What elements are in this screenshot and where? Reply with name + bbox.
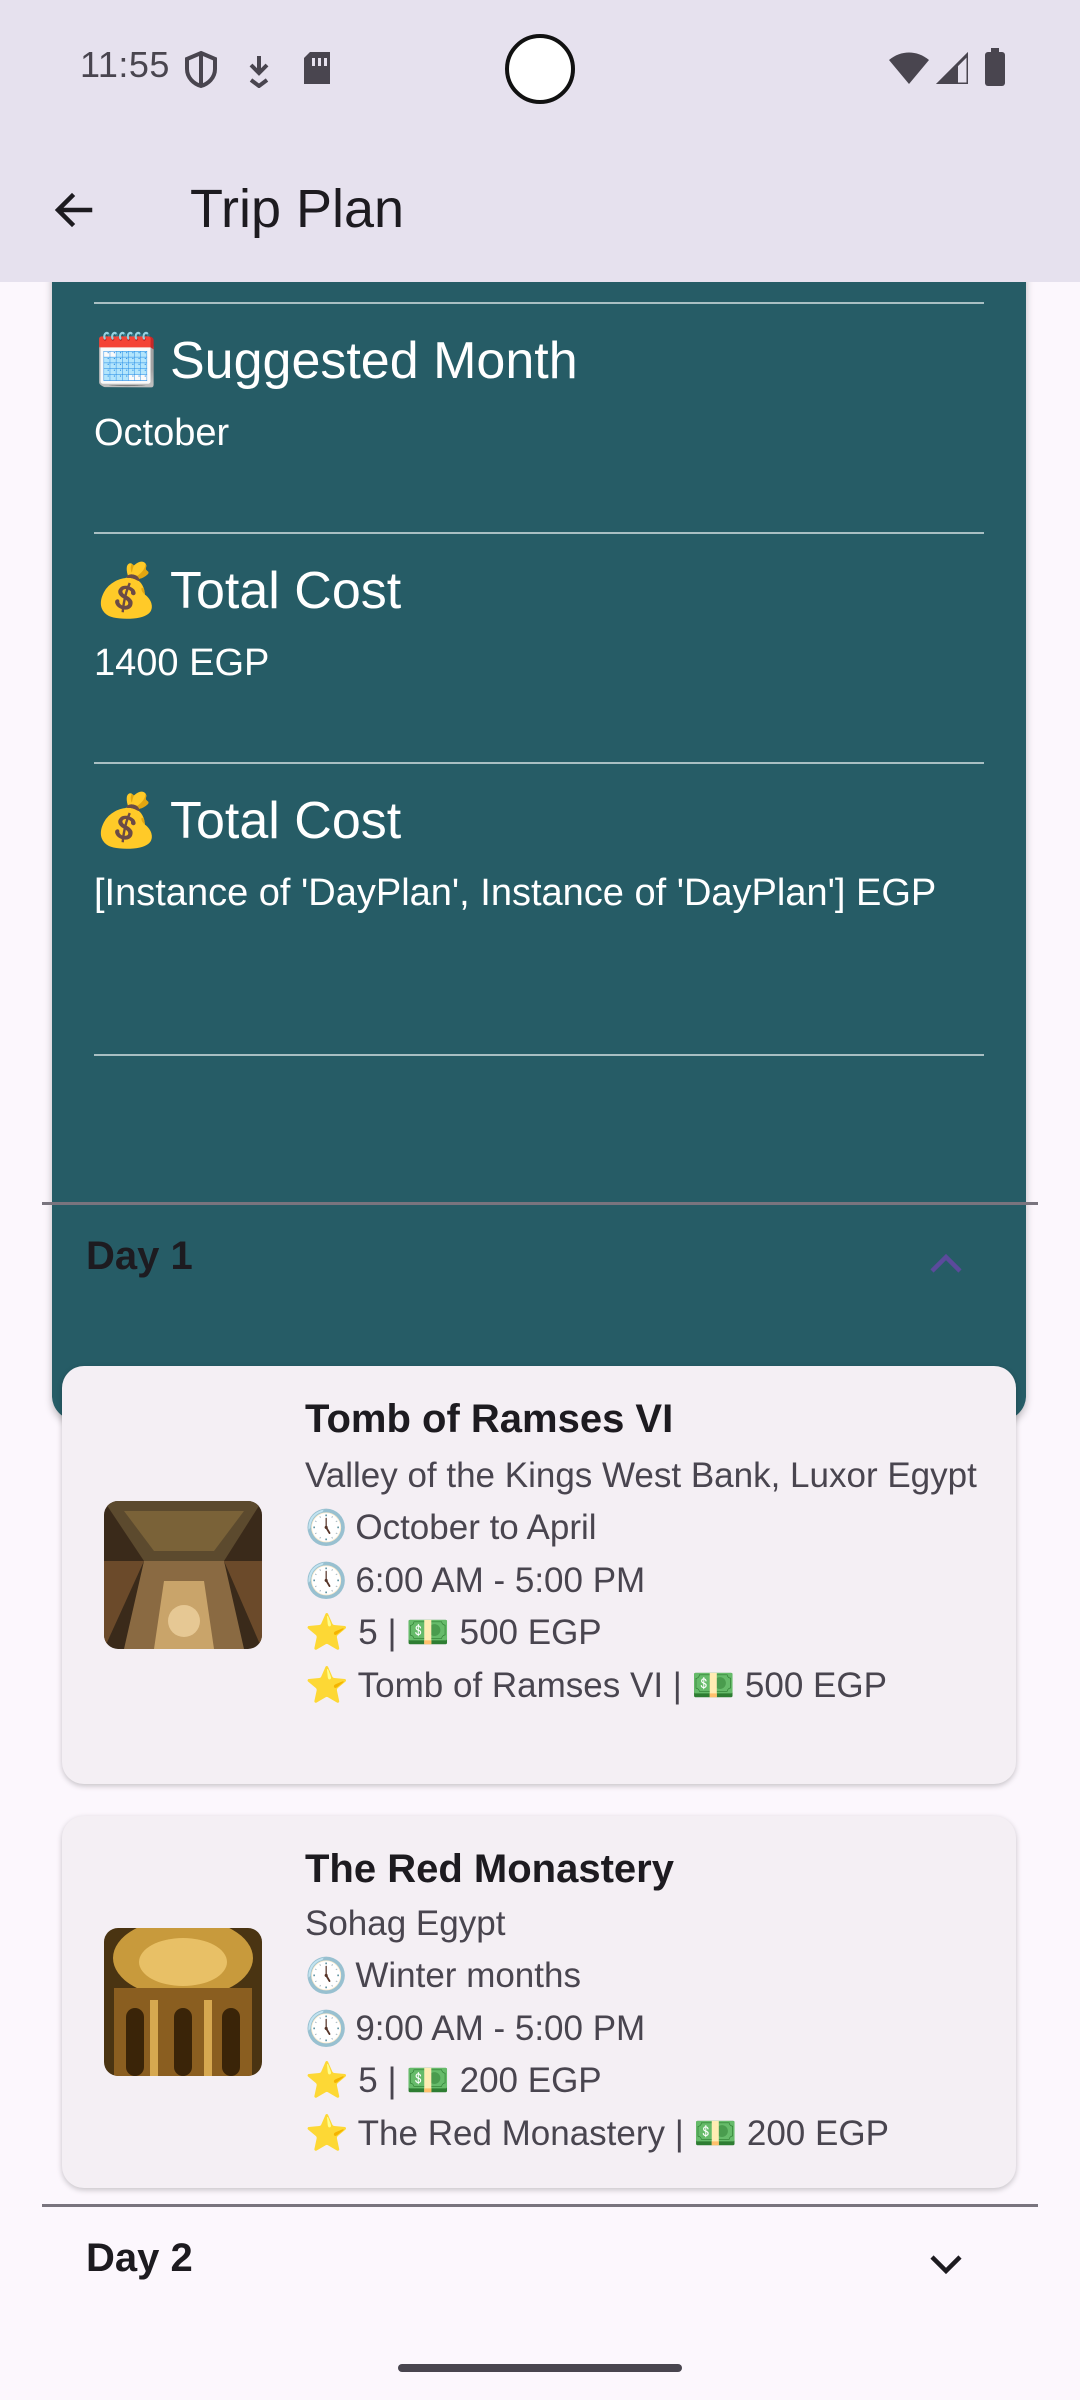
place-summary: ⭐ The Red Monastery | 💵 200 EGP — [305, 2113, 889, 2153]
day-label: Day 1 — [86, 1234, 193, 1278]
trip-plan-content[interactable]: 🗓️ Suggested Month October 💰 Total Cost … — [0, 282, 1080, 2400]
chevron-up-icon — [930, 1253, 962, 1273]
calendar-icon: 🗓️ — [94, 332, 159, 390]
summary-heading: Total Cost — [170, 791, 402, 850]
clock-icon: 🕔 — [305, 1957, 348, 1995]
money-bag-icon: 💰 — [94, 792, 159, 850]
place-card-the-red-monastery[interactable]: The Red Monastery Sohag Egypt 🕔 Winter mo… — [62, 1816, 1016, 2188]
summary-item-suggested-month: 🗓️ Suggested Month October — [94, 330, 994, 463]
back-button[interactable] — [36, 172, 112, 248]
home-indicator[interactable] — [398, 2364, 682, 2372]
status-bar: 11:55 — [0, 0, 1080, 140]
arrow-back-icon — [54, 192, 93, 228]
money-bag-icon: 💰 — [94, 562, 159, 620]
summary-heading: Suggested Month — [170, 331, 578, 390]
place-info: Tomb of Ramses VI Valley of the Kings We… — [305, 1392, 1005, 1712]
summary-value: 1400 EGP — [94, 642, 270, 684]
day-1-toggle[interactable] — [916, 1232, 976, 1292]
divider — [94, 302, 984, 304]
day-label: Day 2 — [86, 2236, 193, 2280]
place-season: 🕔 Winter months — [305, 1956, 581, 1995]
app-bar: Trip Plan — [0, 140, 1080, 282]
summary-value: [Instance of 'DayPlan', Instance of 'Day… — [94, 872, 937, 914]
page-title: Trip Plan — [190, 179, 405, 239]
wifi-icon — [889, 52, 929, 84]
download-icon — [249, 56, 269, 88]
place-season: 🕔 October to April — [305, 1508, 597, 1547]
divider — [94, 1054, 984, 1056]
sim-card-icon — [304, 52, 330, 84]
place-name: Tomb of Ramses VI — [305, 1397, 674, 1441]
day-2-toggle[interactable] — [916, 2234, 976, 2294]
chevron-down-icon — [930, 2255, 962, 2275]
place-rating-price: ⭐ 5 | 💵 500 EGP — [305, 1613, 602, 1652]
place-hours: 🕔 6:00 AM - 5:00 PM — [305, 1560, 646, 1600]
shield-icon — [185, 50, 217, 88]
clock-icon: 🕔 — [305, 1509, 348, 1547]
place-card-tomb-of-ramses-vi[interactable]: Tomb of Ramses VI Valley of the Kings We… — [62, 1366, 1016, 1784]
place-hours: 🕔 9:00 AM - 5:00 PM — [305, 2008, 646, 2048]
divider — [94, 762, 984, 764]
summary-value: October — [94, 412, 230, 454]
battery-icon — [985, 48, 1005, 86]
status-time: 11:55 — [80, 44, 170, 85]
summary-item-total-cost: 💰 Total Cost 1400 EGP — [94, 560, 994, 693]
summary-heading: Total Cost — [170, 561, 402, 620]
place-name: The Red Monastery — [305, 1847, 674, 1891]
clock-icon: 🕔 — [305, 2009, 348, 2048]
summary-item-total-cost-days: 💰 Total Cost [Instance of 'DayPlan', Ins… — [94, 790, 994, 923]
place-info: The Red Monastery Sohag Egypt 🕔 Winter mo… — [305, 1842, 1005, 2160]
camera-cutout — [505, 34, 575, 104]
place-rating-price: ⭐ 5 | 💵 200 EGP — [305, 2061, 602, 2100]
signal-icon — [936, 52, 968, 84]
place-summary: ⭐ Tomb of Ramses VI | 💵 500 EGP — [305, 1665, 887, 1705]
day-1-header[interactable]: Day 1 — [42, 1202, 1038, 1322]
clock-icon: 🕔 — [305, 1561, 348, 1600]
divider — [94, 532, 984, 534]
place-thumbnail — [104, 1928, 262, 2076]
day-2-header[interactable]: Day 2 — [42, 2204, 1038, 2324]
place-location: Valley of the Kings West Bank, Luxor Egy… — [305, 1456, 977, 1495]
place-location: Sohag Egypt — [305, 1904, 506, 1943]
place-thumbnail — [104, 1501, 262, 1649]
